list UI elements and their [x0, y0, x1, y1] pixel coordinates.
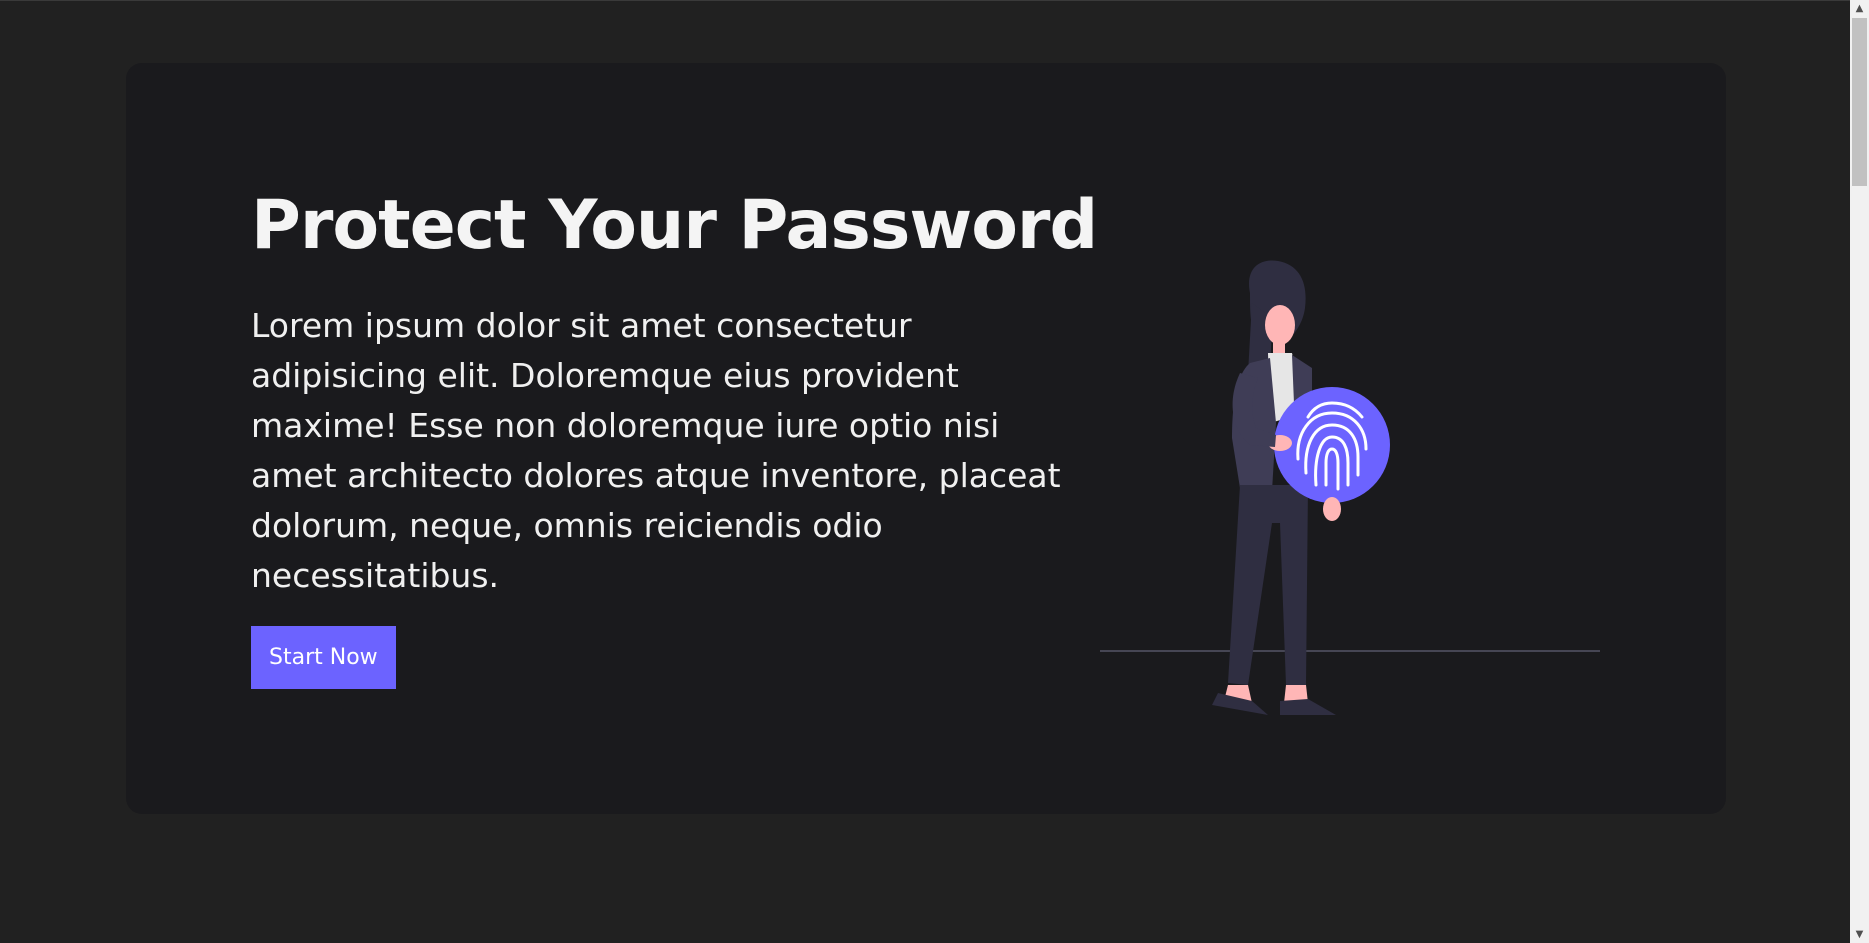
scroll-up-arrow-icon[interactable]: ▲ — [1850, 0, 1869, 17]
window-top-border — [0, 0, 1850, 1]
page-viewport: Protect Your Password Lorem ipsum dolor … — [0, 0, 1869, 943]
neck — [1273, 341, 1285, 355]
scroll-thumb[interactable] — [1852, 18, 1867, 186]
right-shoe — [1280, 699, 1336, 715]
hero-title: Protect Your Password — [251, 186, 1098, 265]
face — [1265, 305, 1295, 345]
vertical-scrollbar[interactable]: ▲ ▼ — [1850, 0, 1869, 943]
woman-with-fingerprint-illustration — [1100, 260, 1600, 715]
lower-hand — [1323, 497, 1341, 521]
legs — [1228, 485, 1308, 685]
hero-description: Lorem ipsum dolor sit amet consectetur a… — [251, 306, 1061, 596]
hero-text-block: Protect Your Password Lorem ipsum dolor … — [251, 186, 1098, 690]
hero-card: Protect Your Password Lorem ipsum dolor … — [126, 63, 1726, 814]
start-now-button[interactable]: Start Now — [251, 626, 396, 690]
scroll-down-arrow-icon[interactable]: ▼ — [1850, 926, 1869, 943]
security-illustration — [1100, 223, 1620, 723]
